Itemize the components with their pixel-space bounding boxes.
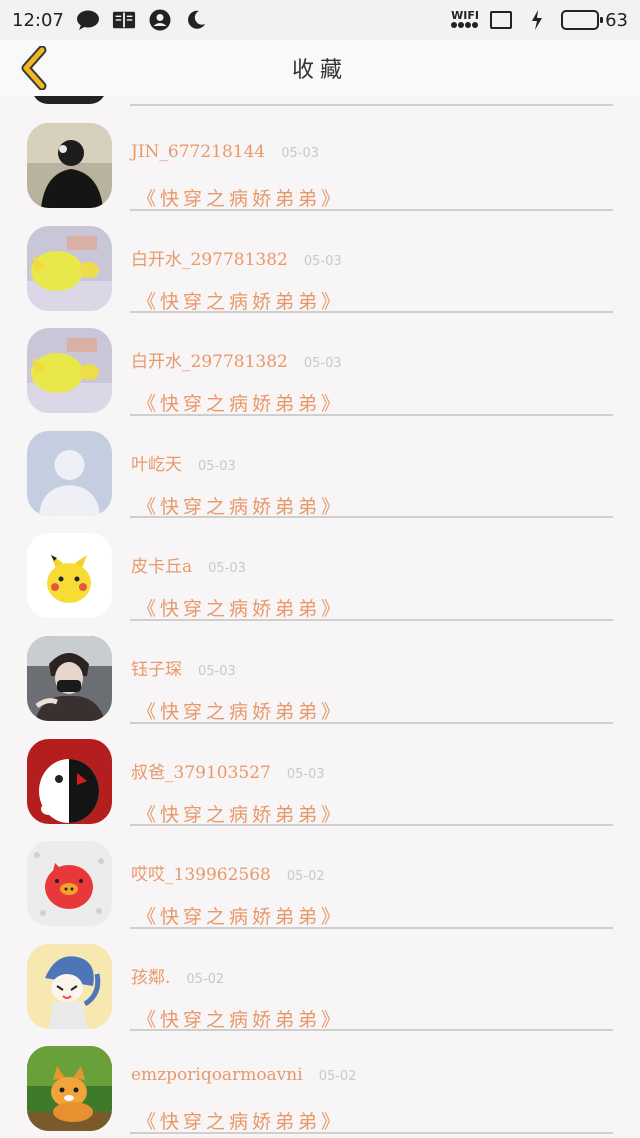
book-title[interactable]: 《快穿之病娇弟弟》 — [137, 184, 344, 211]
avatar[interactable] — [27, 123, 112, 208]
list-item[interactable]: 白开水_297781382 05-03 《快穿之病娇弟弟》 — [0, 313, 640, 416]
screen-rotate-icon — [489, 9, 513, 31]
book-title[interactable]: 《快穿之病娇弟弟》 — [137, 1005, 344, 1032]
avatar — [32, 96, 106, 104]
user-name: 皮卡丘a — [131, 557, 193, 578]
wifi-icon: WIFI — [451, 9, 480, 31]
list-item[interactable]: 孩鄰. 05-02 《快穿之病娇弟弟》 — [0, 929, 640, 1032]
avatar[interactable] — [27, 841, 112, 927]
book-title[interactable]: 《快穿之病娇弟弟》 — [137, 800, 344, 827]
user-name: 叶屹天 — [131, 454, 182, 475]
header: 收藏 — [0, 40, 640, 96]
user-name: 钰子琛 — [131, 659, 182, 680]
avatar[interactable] — [27, 943, 112, 1029]
date: 05-03 — [303, 356, 342, 372]
date: 05-02 — [186, 971, 225, 987]
page-title: 收藏 — [291, 58, 348, 83]
avatar[interactable] — [27, 635, 112, 721]
user-name: JIN_677218144 — [131, 142, 266, 162]
user-name: 白开水_297781382 — [131, 352, 288, 373]
divider — [130, 1131, 613, 1134]
list-item[interactable]: 哎哎_139962568 05-02 《快穿之病娇弟弟》 — [0, 826, 640, 929]
book-title[interactable]: 《快穿之病娇弟弟》 — [137, 594, 344, 621]
avatar[interactable] — [27, 738, 112, 824]
chat-bubble-icon — [76, 9, 100, 31]
avatar[interactable] — [27, 1046, 112, 1132]
avatar[interactable] — [27, 225, 112, 311]
battery-icon: 63 — [561, 10, 628, 31]
date: 05-03 — [208, 561, 246, 577]
list-item[interactable]: JIN_677218144 05-03 《快穿之病娇弟弟》 — [0, 108, 640, 211]
user-name: 叔爸_379103527 — [131, 762, 271, 783]
wifi-label: WIFI — [451, 9, 480, 22]
book-title[interactable]: 《快穿之病娇弟弟》 — [137, 492, 344, 519]
list-item[interactable]: 叶屹天 05-03 《快穿之病娇弟弟》 — [0, 416, 640, 519]
list-item[interactable]: 叔爸_379103527 05-03 《快穿之病娇弟弟》 — [0, 724, 640, 827]
avatar[interactable] — [27, 533, 112, 619]
avatar[interactable] — [27, 430, 112, 516]
user-name: 孩鄰. — [131, 967, 171, 988]
charging-bolt-icon — [525, 9, 549, 31]
book-title[interactable]: 《快穿之病娇弟弟》 — [137, 697, 344, 724]
book-icon — [112, 9, 136, 31]
clock: 12:07 — [12, 9, 64, 31]
list-item[interactable]: emzporiqoarmoavni 05-02 《快穿之病娇弟弟》 — [0, 1031, 640, 1134]
user-name: 白开水_297781382 — [131, 249, 288, 270]
chevron-left-icon[interactable] — [18, 46, 50, 90]
user-name: emzporiqoarmoavni — [131, 1065, 303, 1086]
avatar[interactable] — [27, 328, 112, 414]
book-title[interactable]: 《快穿之病娇弟弟》 — [137, 902, 344, 929]
account-icon — [148, 9, 172, 31]
divider — [130, 104, 613, 106]
list-item[interactable]: 钰子琛 05-03 《快穿之病娇弟弟》 — [0, 621, 640, 724]
list-item[interactable]: 皮卡丘a 05-03 《快穿之病娇弟弟》 — [0, 518, 640, 621]
status-bar: 12:07 WIFI 63 — [0, 0, 640, 40]
date: 05-02 — [286, 869, 325, 885]
date: 05-03 — [286, 766, 325, 782]
book-title[interactable]: 《快穿之病娇弟弟》 — [137, 287, 344, 314]
date: 05-03 — [303, 253, 342, 269]
date: 05-03 — [281, 146, 320, 161]
battery-level: 63 — [605, 9, 628, 31]
list-item-partial — [0, 96, 640, 108]
book-title[interactable]: 《快穿之病娇弟弟》 — [137, 1107, 344, 1134]
favorites-list[interactable]: JIN_677218144 05-03 《快穿之病娇弟弟》 白开水_297781… — [0, 96, 640, 1138]
date: 05-03 — [198, 458, 236, 474]
user-name: 哎哎_139962568 — [131, 865, 271, 886]
date: 05-03 — [198, 663, 236, 679]
list-item[interactable]: 白开水_297781382 05-03 《快穿之病娇弟弟》 — [0, 211, 640, 314]
date: 05-02 — [318, 1069, 357, 1085]
back-button[interactable] — [16, 46, 52, 90]
book-title[interactable]: 《快穿之病娇弟弟》 — [137, 389, 344, 416]
moon-icon — [184, 9, 208, 31]
